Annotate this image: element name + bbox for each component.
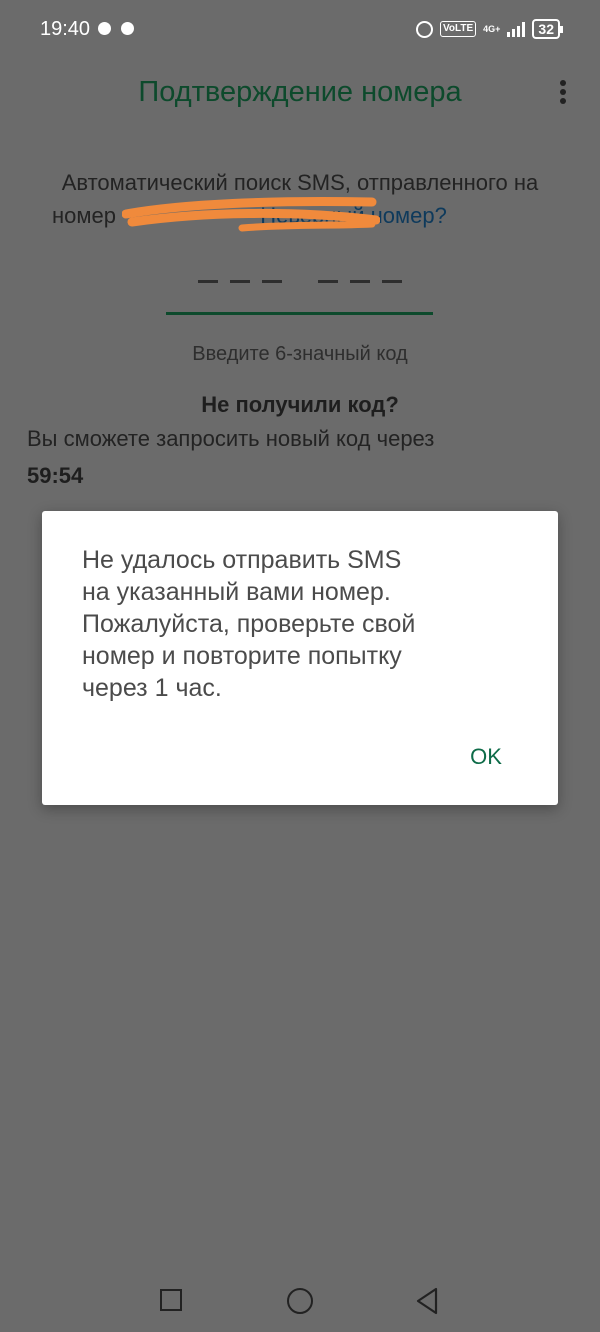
resend-text: Вы сможете запросить новый код через — [27, 426, 435, 451]
code-input-underline — [166, 312, 433, 315]
network-type: 4G+ — [483, 23, 501, 34]
notification-icon — [121, 22, 134, 35]
no-code-title: Не получили код? — [201, 392, 399, 417]
page-title: Подтверждение номера — [138, 76, 462, 108]
redaction-scribble — [122, 197, 380, 232]
dialog-message: Не удалось отправить SMS на указанный ва… — [82, 544, 522, 704]
dialog-message-line: Пожалуйста, проверьте свой — [82, 610, 416, 638]
recent-apps-icon[interactable] — [160, 1289, 182, 1311]
home-icon[interactable] — [287, 1288, 313, 1314]
more-vert-icon[interactable] — [558, 80, 568, 110]
volte-badge: VoLTE — [439, 21, 477, 37]
notification-icon — [98, 22, 111, 35]
status-indicators: VoLTE 4G+ 32 — [415, 17, 563, 41]
dialog-message-line: через 1 час. — [82, 674, 222, 702]
dialog-message-line: на указанный вами номер. — [82, 578, 391, 606]
dialog-message-line: Не удалось отправить SMS — [82, 546, 402, 574]
code-hint: Введите 6-значный код — [192, 343, 408, 365]
error-dialog: Не удалось отправить SMS на указанный ва… — [42, 511, 558, 805]
battery-icon: 32 — [532, 19, 563, 39]
alarm-icon — [415, 20, 433, 38]
sms-search-text: Автоматический поиск SMS, отправленного … — [61, 170, 539, 195]
status-bar: 19:40 VoLTE 4G+ 32 — [0, 0, 600, 58]
status-time: 19:40 — [40, 18, 91, 40]
back-icon[interactable] — [414, 1286, 440, 1316]
resend-timer: 59:54 — [27, 463, 84, 488]
code-input[interactable] — [166, 270, 433, 290]
dialog-message-line: номер и повторите попытку — [82, 642, 402, 670]
ok-button[interactable]: OK — [454, 737, 518, 777]
signal-icon — [507, 21, 526, 37]
navigation-bar — [0, 1270, 600, 1332]
phone-label: номер — [52, 203, 116, 228]
